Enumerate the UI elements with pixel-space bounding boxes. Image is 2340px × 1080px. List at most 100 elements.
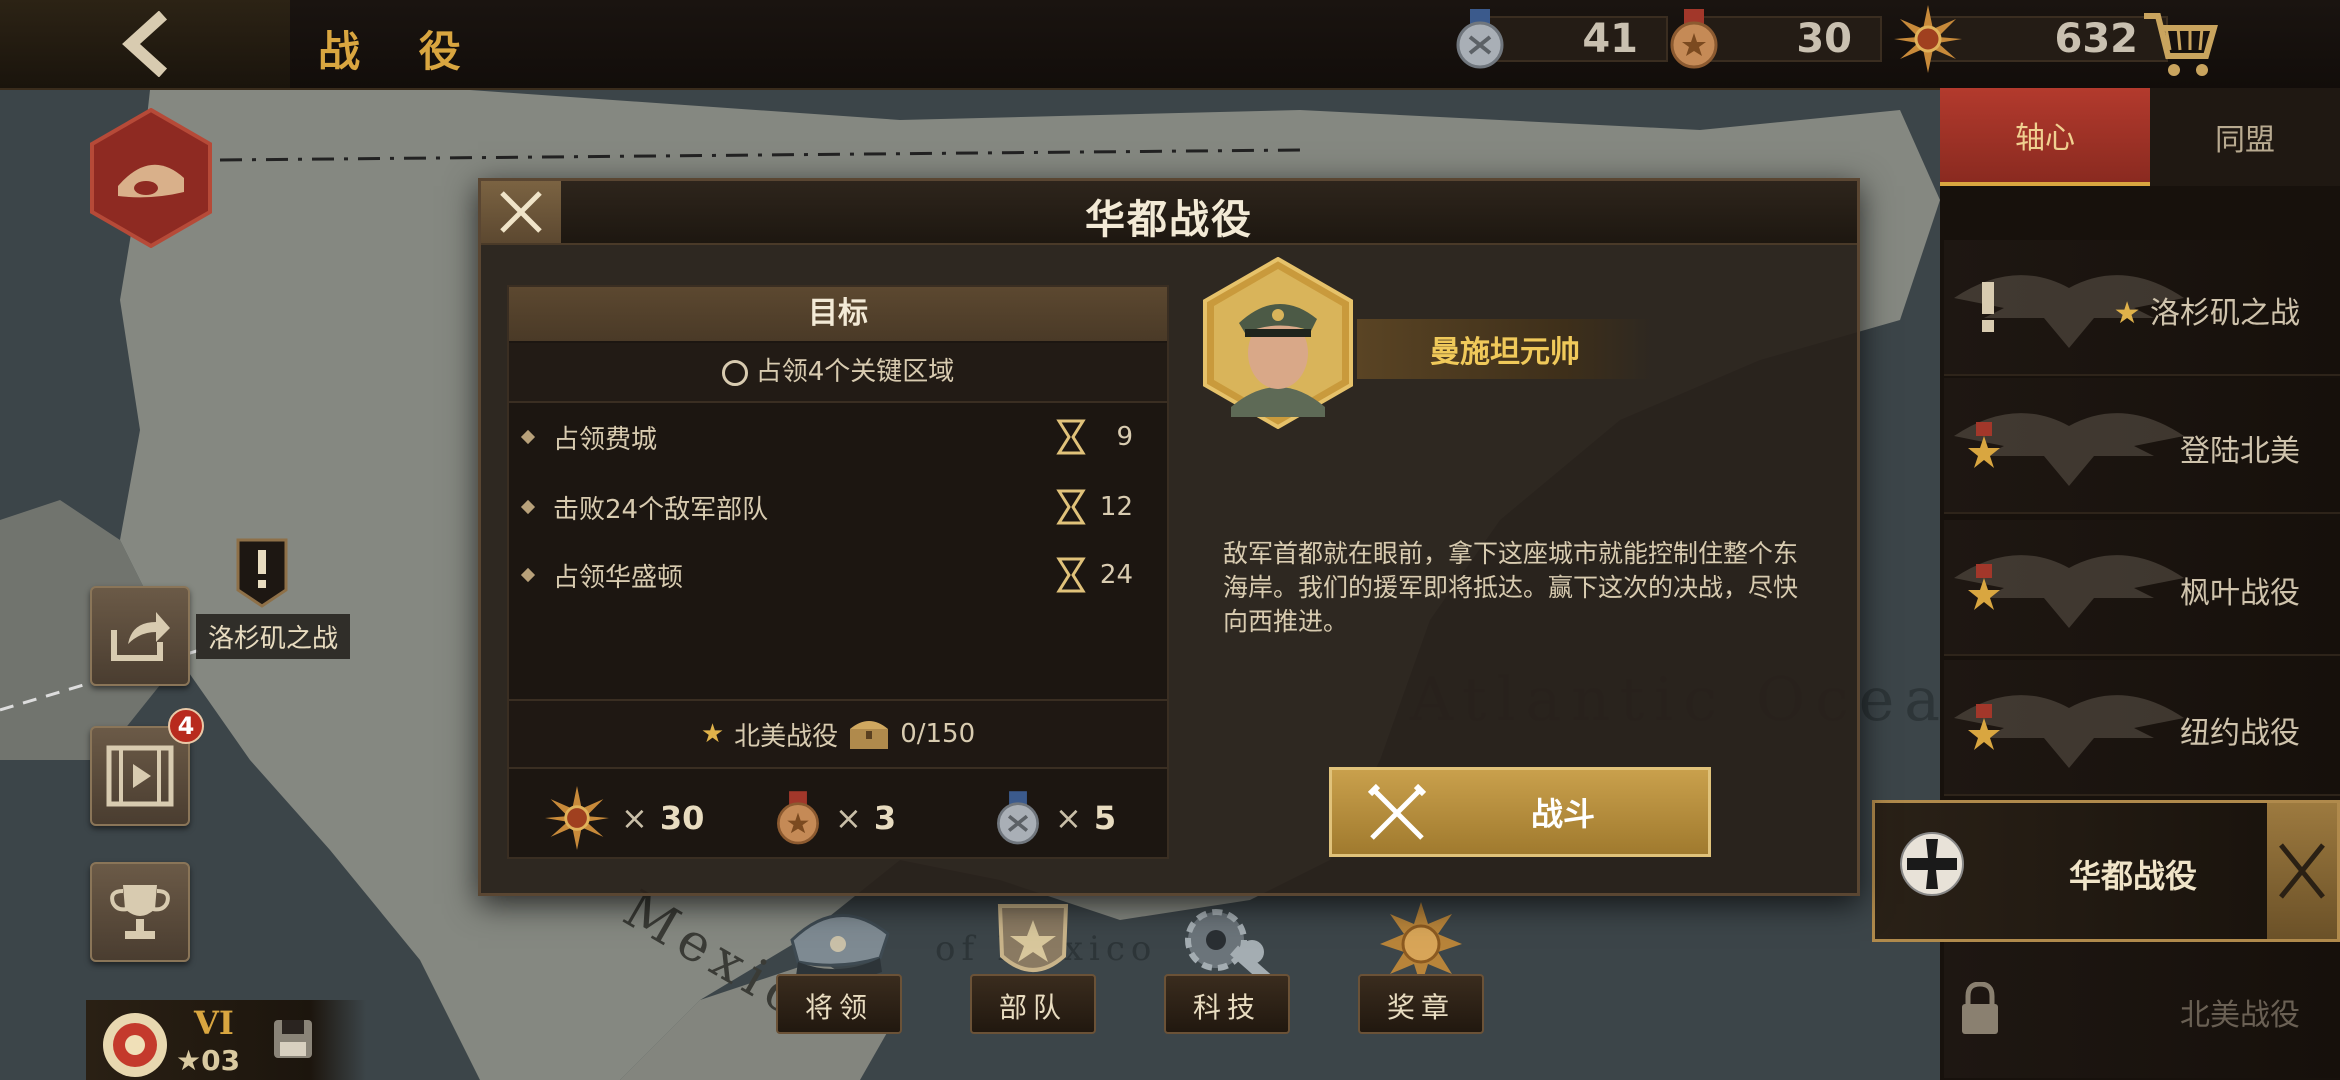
reward-gold-count: 30	[659, 799, 705, 837]
warning-icon	[1982, 282, 1994, 332]
star-icon: ★	[700, 719, 725, 749]
rank-stars: ★03	[176, 1044, 240, 1077]
silver-medal-icon	[997, 791, 1039, 845]
objective-header: 目标	[509, 287, 1167, 341]
times-sign: ×	[1055, 799, 1082, 837]
map-pin-warning-icon[interactable]	[234, 536, 290, 608]
rank-roman: VI	[194, 1004, 234, 1042]
objective-row: 占领华盛顿 24	[520, 555, 1153, 595]
target-icon	[721, 359, 748, 386]
fight-button-label: 战斗	[1530, 795, 1595, 833]
tab-allies[interactable]: 同盟	[2150, 88, 2340, 186]
reward-silver: × 5	[993, 783, 1116, 853]
campaign-dialog: 华都战役 目标 占领4个关键区域 占领费城 9 击败24个敌军部队 12 占领华…	[478, 178, 1860, 896]
crossed-swords-icon	[2279, 843, 2325, 899]
gold-medal-icon	[1968, 422, 2000, 468]
campaign-item-northamerica[interactable]: 北美战役	[1944, 942, 2340, 1078]
gold-medal-icon	[1968, 564, 2000, 610]
times-sign: ×	[621, 799, 648, 837]
video-badge: 4	[168, 708, 204, 744]
objective-main-text: 占领4个关键区域	[755, 357, 955, 387]
silver-medal-icon	[1456, 9, 1504, 69]
gold-star-medal-icon	[1894, 5, 1962, 73]
campaign-item-washington-label: 华都战役	[2069, 857, 2198, 895]
objective-panel: 目标 占领4个关键区域 占领费城 9 击败24个敌军部队 12 占领华盛顿 24…	[507, 285, 1169, 859]
hourglass-icon	[1056, 419, 1086, 455]
gold-medal-icon	[1968, 704, 2000, 750]
campaign-progress-value: 0/150	[900, 719, 976, 749]
dialog-title: 华都战役	[1085, 197, 1253, 243]
hourglass-icon	[1056, 557, 1086, 593]
campaign-description: 敌军首都就在眼前，拿下这座城市就能控制住整个东海岸。我们的援军即将抵达。赢下这次…	[1223, 539, 1799, 636]
lock-icon	[1962, 982, 1998, 1034]
campaign-item-la[interactable]: ★ 洛杉矶之战	[1944, 240, 2340, 376]
top-bar: 战 役 41 30 632	[0, 0, 2340, 90]
campaign-item-landing[interactable]: 登陆北美	[1944, 378, 2340, 514]
hourglass-icon	[1056, 489, 1086, 525]
page-title: 战 役	[318, 27, 483, 76]
campaign-item-washington[interactable]: 华都战役	[1872, 800, 2340, 942]
rank-stars-value: 03	[201, 1044, 241, 1077]
objective-text: 击败24个敌军部队	[553, 494, 769, 525]
campaign-progress: ★ 北美战役 0/150	[509, 699, 1167, 769]
campaign-item-landing-label: 登陆北美	[2180, 434, 2300, 469]
resource-gold-value: 632	[1928, 16, 2168, 62]
share-icon	[111, 612, 170, 661]
trophy-button[interactable]	[90, 862, 190, 962]
star-icon: ★	[2113, 296, 2150, 331]
nav-generals-label: 将领	[804, 991, 873, 1024]
bronze-medal-icon	[777, 791, 819, 845]
objective-text: 占领费城	[553, 424, 658, 455]
reward-silver-count: 5	[1093, 799, 1117, 837]
back-button[interactable]	[0, 0, 290, 88]
resource-bronze: 30	[1666, 9, 1882, 69]
nav-tech[interactable]: 科技	[1164, 900, 1290, 1034]
close-icon	[500, 191, 542, 233]
campaign-item-northamerica-label: 北美战役	[2180, 998, 2300, 1033]
objective-row: 占领费城 9	[520, 417, 1153, 457]
shop-cart-icon[interactable]	[2140, 6, 2220, 82]
nav-medals-label: 奖章	[1386, 991, 1455, 1024]
objective-turns: 12	[1099, 492, 1133, 522]
rank-sun-medal-icon	[103, 1013, 167, 1077]
iron-cross-icon	[1900, 832, 1964, 896]
general-portrait[interactable]	[1201, 257, 1355, 429]
general-name: 曼施坦元帅	[1357, 319, 1653, 379]
share-button[interactable]	[90, 586, 190, 686]
resource-gold: 632	[1894, 5, 2168, 73]
campaign-item-newyork-label: 纽约战役	[2180, 716, 2300, 751]
reward-gold: × 30	[545, 783, 704, 853]
campaign-item-maple[interactable]: 枫叶战役	[1944, 520, 2340, 656]
save-icon[interactable]	[272, 1018, 314, 1060]
objective-text: 占领华盛顿	[553, 562, 684, 593]
fight-button[interactable]: 战斗	[1329, 767, 1711, 857]
objective-turns: 24	[1099, 560, 1133, 590]
treasure-chest-icon	[850, 721, 889, 749]
resource-silver: 41	[1452, 9, 1668, 69]
times-sign: ×	[835, 799, 862, 837]
reward-bronze: × 3	[773, 783, 896, 853]
nav-medals[interactable]: 奖章	[1358, 900, 1484, 1034]
objective-turns: 9	[1116, 422, 1133, 452]
tab-axis[interactable]: 轴心	[1940, 88, 2150, 186]
star-icon: ★	[176, 1044, 202, 1077]
campaign-item-maple-label: 枫叶战役	[2180, 576, 2300, 611]
campaign-item-la-label: ★ 洛杉矶之战	[2114, 288, 2300, 332]
dialog-header: 华都战役	[481, 181, 1857, 245]
reward-bronze-count: 3	[873, 799, 897, 837]
nav-troops-label: 部队	[998, 991, 1067, 1024]
close-button[interactable]	[481, 181, 561, 243]
campaign-progress-name: 北美战役	[734, 721, 839, 752]
campaign-la-text: 洛杉矶之战	[2150, 296, 2300, 331]
map-pin-label: 洛杉矶之战	[196, 614, 351, 659]
nav-troops[interactable]: 部队	[970, 900, 1096, 1034]
video-button[interactable]	[90, 726, 190, 826]
nav-generals[interactable]: 将领	[776, 900, 902, 1034]
bronze-medal-icon	[1670, 9, 1718, 69]
campaign-item-newyork[interactable]: 纽约战役	[1944, 660, 2340, 796]
chevron-left-icon	[122, 11, 168, 77]
nav-tech-label: 科技	[1192, 991, 1261, 1024]
general-cap-emblem-icon[interactable]	[88, 108, 214, 248]
crossed-swords-tab[interactable]	[2267, 803, 2337, 939]
objective-row: 击败24个敌军部队 12	[520, 487, 1153, 527]
